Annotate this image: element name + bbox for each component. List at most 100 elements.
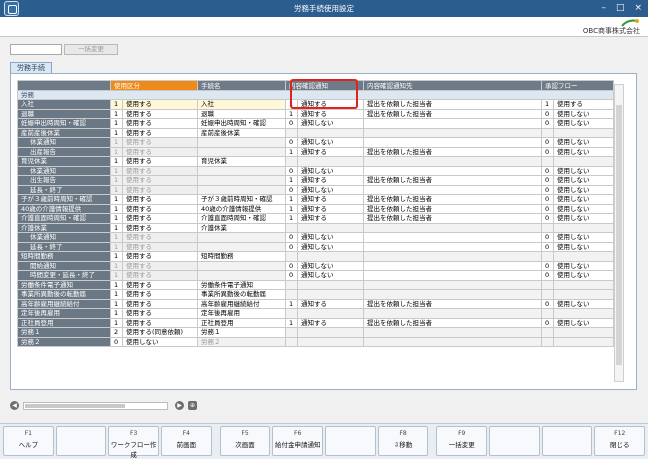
- form-name[interactable]: 子が３歳前時周知・確認: [197, 194, 286, 205]
- table-row[interactable]: 事業所異動後の転勤届 1 使用する 事業所異動後の転勤届: [17, 289, 614, 300]
- usage-code[interactable]: 1: [110, 260, 123, 271]
- approval-code[interactable]: [541, 156, 554, 167]
- approval-code[interactable]: 0: [541, 108, 554, 119]
- minimize-button[interactable]: –: [601, 0, 606, 17]
- fkey-blank-button[interactable]: [489, 426, 540, 456]
- maximize-button[interactable]: □: [616, 0, 625, 17]
- notify-label[interactable]: [297, 327, 364, 338]
- notify-code[interactable]: [285, 308, 298, 319]
- usage-label[interactable]: 使用する: [122, 232, 198, 243]
- table-row[interactable]: 退職 1 使用する 退職 1 通知する 提出を依頼した担当者 0 使用しない: [17, 108, 614, 119]
- table-row[interactable]: 労務２ 0 使用しない 労務２: [17, 336, 614, 347]
- approval-code[interactable]: 1: [541, 99, 554, 110]
- form-name[interactable]: [197, 137, 286, 148]
- fkey-f12-button[interactable]: F12 閉じる: [594, 426, 646, 456]
- table-row[interactable]: 妊娠申出時周知・確認 1 使用する 妊娠申出時周知・確認 0 通知しない 0 使用しない: [17, 118, 614, 129]
- usage-label[interactable]: 使用する: [122, 137, 198, 148]
- table-row[interactable]: 介護直面時周知・確認 1 使用する 介護直面時周知・確認 1 通知する 提出を依頼した担当者…: [17, 213, 614, 224]
- table-row[interactable]: 出産報告 1 使用する 1 通知する 提出を依頼した担当者 0 使用しない: [17, 146, 614, 157]
- notify-code[interactable]: [285, 127, 298, 138]
- usage-code[interactable]: 1: [110, 298, 123, 309]
- approval-label[interactable]: 使用しない: [553, 241, 614, 252]
- notify-destination[interactable]: [363, 118, 542, 129]
- form-name[interactable]: 入社: [197, 99, 286, 110]
- table-row[interactable]: 正社員登用 1 使用する 正社員登用 1 通知する 提出を依頼した担当者 0 使用しない: [17, 317, 614, 328]
- notify-label[interactable]: 通知する: [297, 146, 364, 157]
- approval-label[interactable]: 使用しない: [553, 317, 614, 328]
- notify-destination[interactable]: 提出を依頼した担当者: [363, 298, 542, 309]
- usage-code[interactable]: 1: [110, 146, 123, 157]
- table-row[interactable]: 40歳の介護情報提供 1 使用する 40歳の介護情報提供 1 通知する 提出を依頼した担当者…: [17, 203, 614, 214]
- table-row[interactable]: 入社 1 使用する 入社 1 通知する 提出を依頼した担当者 1 使用する: [17, 99, 614, 110]
- notify-label[interactable]: [297, 279, 364, 290]
- approval-label[interactable]: [553, 308, 614, 319]
- notify-label[interactable]: 通知しない: [297, 165, 364, 176]
- approval-code[interactable]: 0: [541, 184, 554, 195]
- approval-code[interactable]: 0: [541, 213, 554, 224]
- notify-code[interactable]: 0: [285, 184, 298, 195]
- close-button[interactable]: ×: [634, 0, 642, 17]
- table-row[interactable]: 延長・終了 1 使用する 0 通知しない 0 使用しない: [17, 241, 614, 252]
- table-row[interactable]: 高年齢雇用継続給付 1 使用する 高年齢雇用継続給付 1 通知する 提出を依頼した担当者 0 使…: [17, 298, 614, 309]
- form-name[interactable]: 高年齢雇用継続給付: [197, 298, 286, 309]
- usage-label[interactable]: 使用する: [122, 184, 198, 195]
- form-name[interactable]: 労務１: [197, 327, 286, 338]
- fkey-f8-button[interactable]: F8 ⇩移動: [377, 426, 429, 456]
- usage-code[interactable]: 1: [110, 222, 123, 233]
- form-name[interactable]: [197, 270, 286, 281]
- notify-destination[interactable]: [363, 251, 542, 262]
- header-form-name[interactable]: 手続名: [197, 80, 286, 91]
- approval-code[interactable]: [541, 222, 554, 233]
- notify-code[interactable]: 1: [285, 298, 298, 309]
- header-usage[interactable]: 使用区分: [110, 80, 198, 91]
- approval-code[interactable]: 0: [541, 260, 554, 271]
- approval-label[interactable]: 使用しない: [553, 137, 614, 148]
- approval-label[interactable]: 使用しない: [553, 194, 614, 205]
- table-row[interactable]: 休業通知 1 使用する 0 通知しない 0 使用しない: [17, 232, 614, 243]
- notify-code[interactable]: 0: [285, 260, 298, 271]
- approval-label[interactable]: [553, 327, 614, 338]
- usage-label[interactable]: 使用する: [122, 241, 198, 252]
- usage-label[interactable]: 使用する: [122, 99, 198, 110]
- approval-label[interactable]: [553, 279, 614, 290]
- notify-destination[interactable]: [363, 336, 542, 347]
- approval-label[interactable]: [553, 289, 614, 300]
- approval-code[interactable]: 0: [541, 241, 554, 252]
- usage-code[interactable]: 1: [110, 251, 123, 262]
- usage-code[interactable]: 1: [110, 270, 123, 281]
- header-notify-destination[interactable]: 内容確認通知先: [363, 80, 542, 91]
- approval-code[interactable]: [541, 127, 554, 138]
- usage-code[interactable]: 0: [110, 336, 123, 347]
- usage-label[interactable]: 使用する: [122, 118, 198, 129]
- usage-code[interactable]: 1: [110, 213, 123, 224]
- usage-code[interactable]: 1: [110, 241, 123, 252]
- table-row[interactable]: 休業通知 1 使用する 0 通知しない 0 使用しない: [17, 165, 614, 176]
- approval-label[interactable]: 使用しない: [553, 232, 614, 243]
- notify-code[interactable]: [285, 279, 298, 290]
- usage-code[interactable]: 1: [110, 127, 123, 138]
- form-name[interactable]: 産前産後休業: [197, 127, 286, 138]
- usage-code[interactable]: 2: [110, 327, 123, 338]
- notify-code[interactable]: [285, 289, 298, 300]
- usage-code[interactable]: 1: [110, 175, 123, 186]
- notify-destination[interactable]: [363, 232, 542, 243]
- table-row[interactable]: 子が３歳前時周知・確認 1 使用する 子が３歳前時周知・確認 1 通知する 提出を依頼した担…: [17, 194, 614, 205]
- vertical-scroll-thumb[interactable]: [616, 105, 622, 365]
- notify-label[interactable]: [297, 251, 364, 262]
- notify-code[interactable]: 1: [285, 194, 298, 205]
- group-row[interactable]: 労務: [17, 90, 614, 100]
- usage-label[interactable]: 使用する: [122, 127, 198, 138]
- notify-destination[interactable]: [363, 156, 542, 167]
- usage-label[interactable]: 使用する(同意依頼): [122, 327, 198, 338]
- notify-label[interactable]: 通知しない: [297, 118, 364, 129]
- form-name[interactable]: [197, 241, 286, 252]
- usage-code[interactable]: 1: [110, 232, 123, 243]
- notify-destination[interactable]: [363, 165, 542, 176]
- notify-label[interactable]: 通知する: [297, 194, 364, 205]
- usage-label[interactable]: 使用する: [122, 317, 198, 328]
- notify-label[interactable]: 通知しない: [297, 270, 364, 281]
- approval-code[interactable]: [541, 336, 554, 347]
- approval-code[interactable]: 0: [541, 270, 554, 281]
- usage-code[interactable]: 1: [110, 194, 123, 205]
- notify-label[interactable]: 通知する: [297, 108, 364, 119]
